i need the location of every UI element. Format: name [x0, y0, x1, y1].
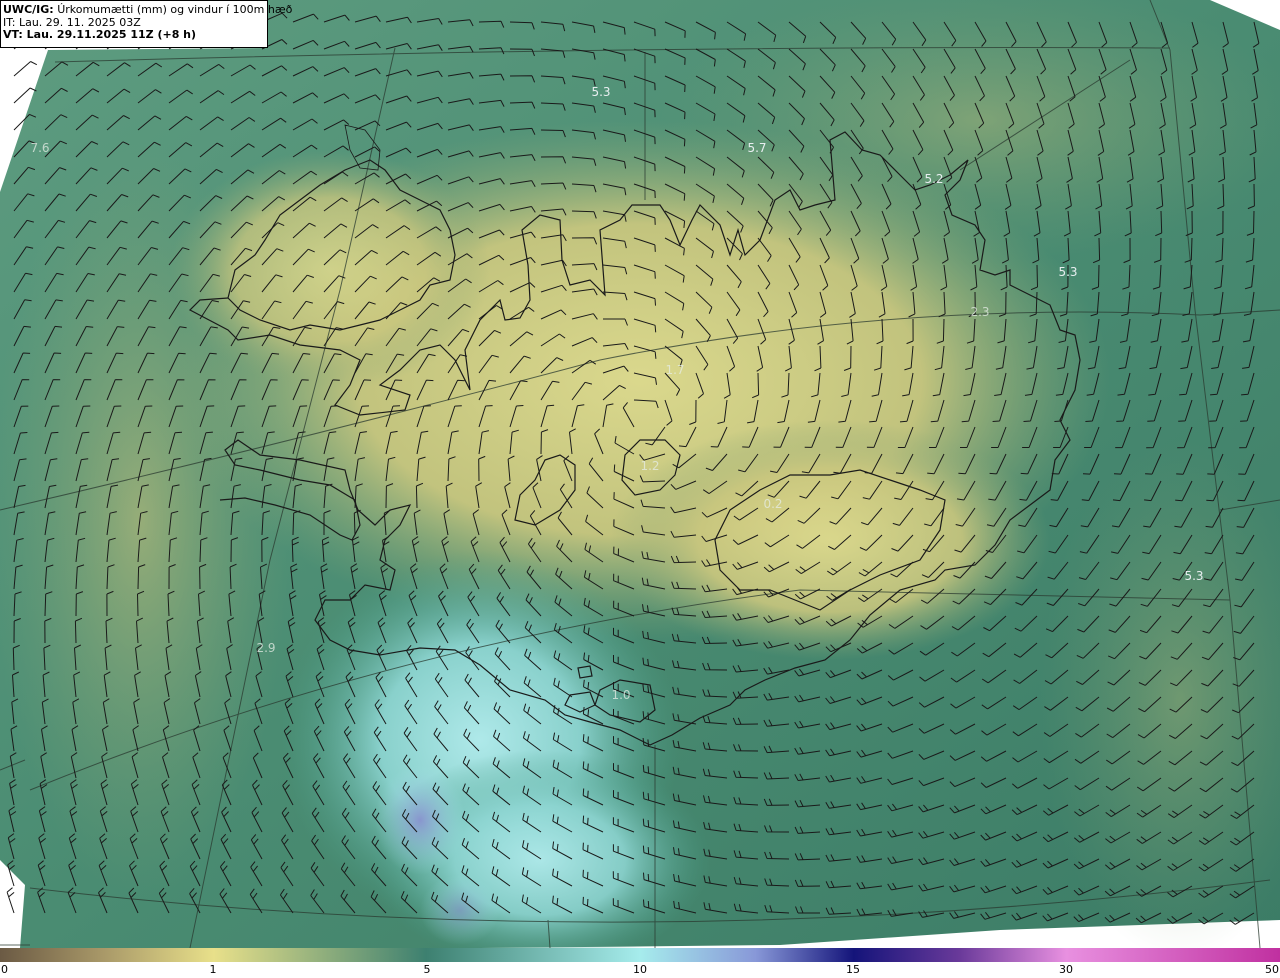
- map-value-label: 1.2: [640, 459, 660, 473]
- map-title: Úrkomumætti (mm) og vindur í 100m hæð: [57, 3, 293, 16]
- map-value-label: 7.6: [30, 141, 50, 155]
- colorbar-tick: 0: [1, 963, 8, 976]
- map-value-label: 5.3: [1184, 569, 1204, 583]
- colorbar-tick: 1: [209, 963, 217, 976]
- map-value-label: 5.7: [747, 141, 767, 155]
- map-value-label: 0.2: [763, 497, 783, 511]
- wind-barb: [13, 61, 38, 77]
- colorbar-tick: 50: [1265, 963, 1279, 976]
- colorbar-tick: 10: [633, 963, 647, 976]
- colorbar-tick: 30: [1059, 963, 1073, 976]
- precipitation-wind-map: [0, 0, 1280, 948]
- precipitation-colorbar: [0, 948, 1280, 962]
- map-value-label: 2.9: [256, 641, 276, 655]
- map-value-label: 5.3: [1058, 265, 1078, 279]
- colorbar-tick: 5: [423, 963, 431, 976]
- map-value-label: 1.7: [665, 363, 685, 377]
- valid-time: VT: Lau. 29.11.2025 11Z (+8 h): [3, 28, 197, 41]
- map-value-label: 5.2: [924, 172, 944, 186]
- map-value-label: 5.3: [591, 85, 611, 99]
- model-name: UWC/IG:: [3, 3, 54, 16]
- map-header: UWC/IG: Úrkomumætti (mm) og vindur í 100…: [0, 0, 292, 48]
- wind-barb: [6, 887, 15, 914]
- map-value-label: 2.3: [970, 305, 990, 319]
- header-title-line: UWC/IG: Úrkomumætti (mm) og vindur í 100…: [3, 3, 292, 17]
- colorbar-tick: 15: [846, 963, 860, 976]
- map-value-label: 1.0: [611, 688, 631, 702]
